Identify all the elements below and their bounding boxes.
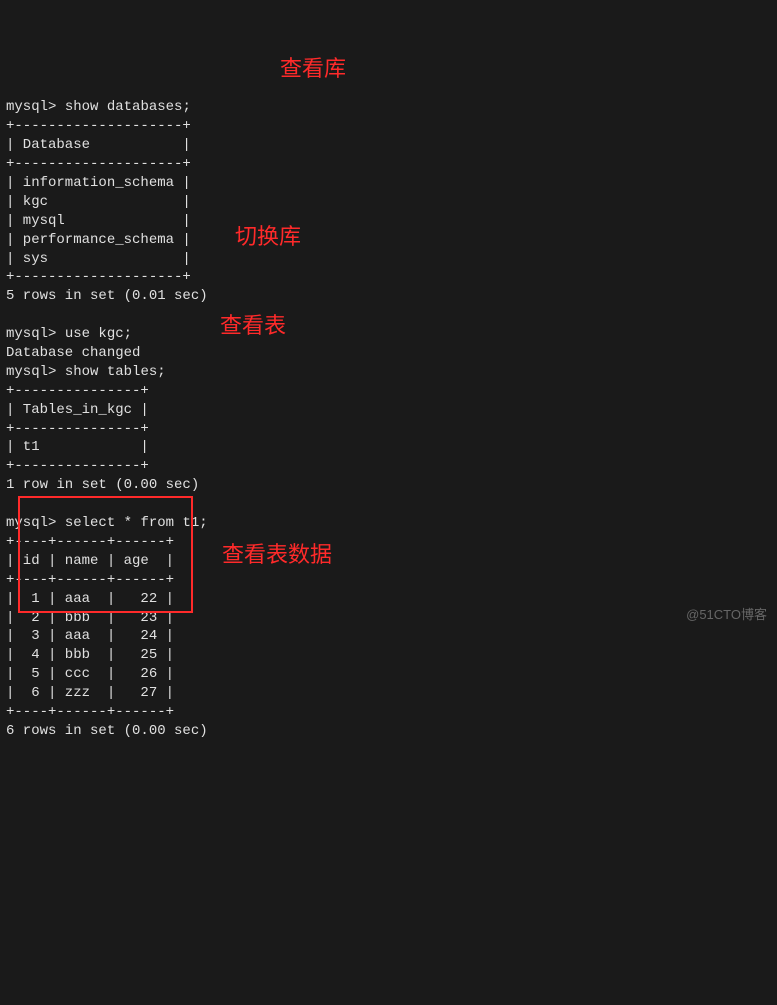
annotation-view-db: 查看库 — [280, 54, 346, 84]
select-row: | 2 | bbb | 23 | — [6, 610, 174, 626]
select-footer: 6 rows in set (0.00 sec) — [6, 723, 208, 739]
prompt: mysql> — [6, 326, 56, 342]
table-border: +---------------+ — [6, 421, 149, 437]
select-header: | id | name | age | — [6, 553, 174, 569]
annotation-view-data: 查看表数据 — [222, 540, 332, 570]
tables-footer: 1 row in set (0.00 sec) — [6, 477, 199, 493]
table-border: +--------------------+ — [6, 118, 191, 134]
cmd-show-tables: show tables; — [65, 364, 166, 380]
watermark: @51CTO博客 — [686, 606, 767, 624]
annotation-view-tables: 查看表 — [220, 311, 286, 341]
cmd-select: select * from t1; — [65, 515, 208, 531]
table-border: +--------------------+ — [6, 156, 191, 172]
table-border: +---------------+ — [6, 458, 149, 474]
db-header: | Database | — [6, 137, 191, 153]
cmd-show-databases: show databases; — [65, 99, 191, 115]
table-border: +----+------+------+ — [6, 704, 174, 720]
table-border: +--------------------+ — [6, 269, 191, 285]
select-row: | 1 | aaa | 22 | — [6, 591, 174, 607]
db-row: | mysql | — [6, 213, 191, 229]
tables-header: | Tables_in_kgc | — [6, 402, 149, 418]
prompt: mysql> — [6, 515, 56, 531]
db-row: | kgc | — [6, 194, 191, 210]
db-row: | performance_schema | — [6, 232, 191, 248]
select-row: | 6 | zzz | 27 | — [6, 685, 174, 701]
table-row: | t1 | — [6, 439, 149, 455]
terminal-output: mysql> show databases; +----------------… — [6, 80, 771, 741]
db-row: | sys | — [6, 251, 191, 267]
db-row: | information_schema | — [6, 175, 191, 191]
prompt: mysql> — [6, 364, 56, 380]
select-row: | 3 | aaa | 24 | — [6, 628, 174, 644]
prompt: mysql> — [6, 99, 56, 115]
table-border: +----+------+------+ — [6, 534, 174, 550]
annotation-switch-db: 切换库 — [235, 222, 301, 252]
cmd-use: use kgc; — [65, 326, 132, 342]
table-border: +---------------+ — [6, 383, 149, 399]
select-row: | 5 | ccc | 26 | — [6, 666, 174, 682]
table-border: +----+------+------+ — [6, 572, 174, 588]
use-response: Database changed — [6, 345, 140, 361]
select-row: | 4 | bbb | 25 | — [6, 647, 174, 663]
db-footer: 5 rows in set (0.01 sec) — [6, 288, 208, 304]
